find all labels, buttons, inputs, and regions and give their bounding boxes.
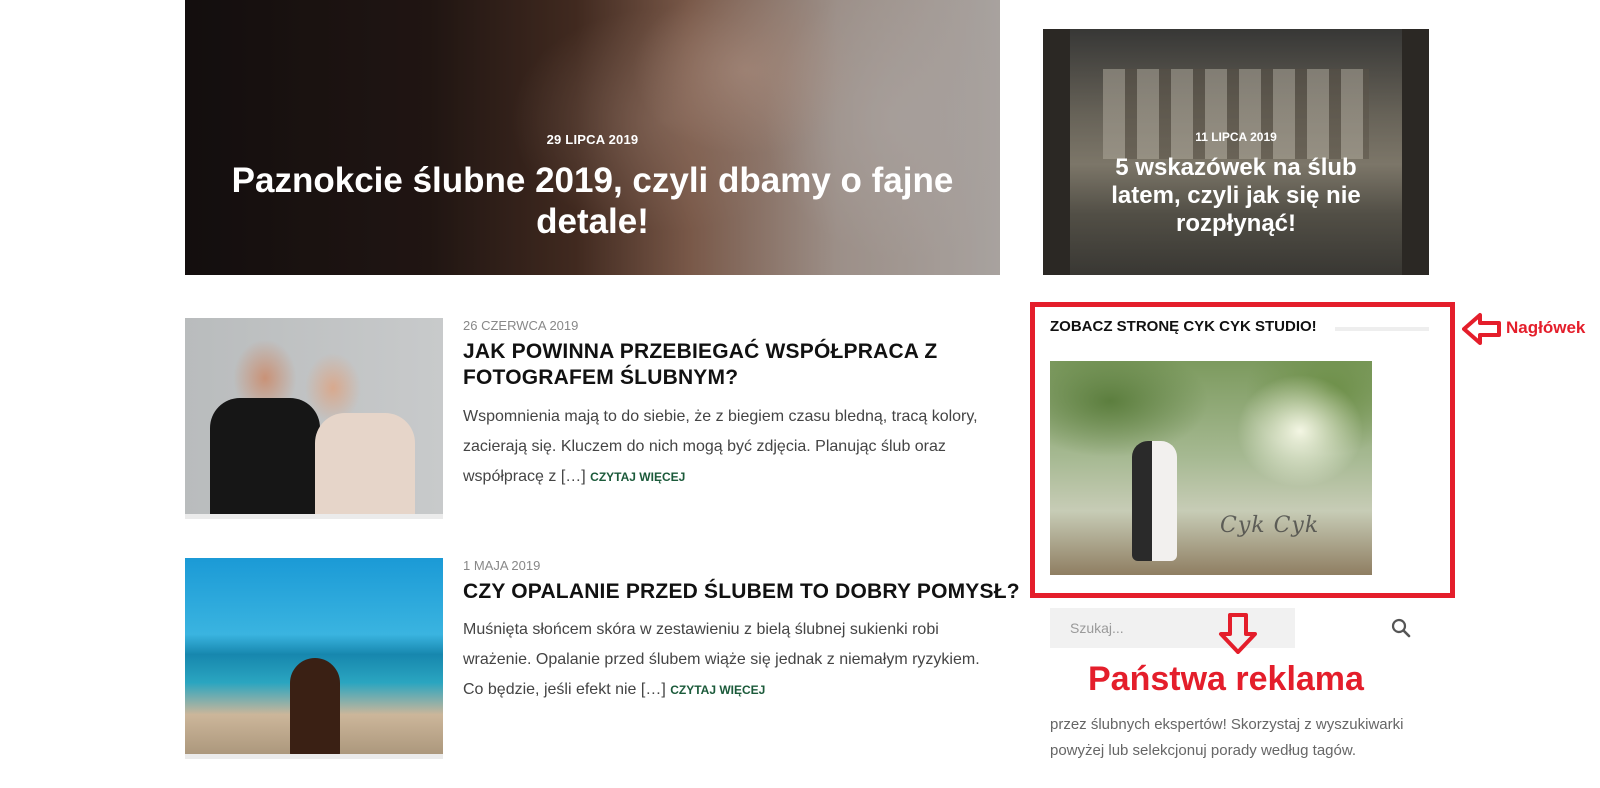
- featured-post-title[interactable]: Paznokcie ślubne 2019, czyli dbamy o faj…: [215, 160, 970, 242]
- post-excerpt: Wspomnienia mają to do siebie, że z bieg…: [463, 402, 998, 492]
- annotation-header-label: Nagłówek: [1506, 318, 1586, 337]
- arrow-left-icon: [1462, 313, 1501, 345]
- post-date: 1 MAJA 2019: [463, 558, 541, 573]
- featured-post-side-date: 11 LIPCA 2019: [1195, 130, 1277, 144]
- post-title[interactable]: CZY OPALANIE PRZED ŚLUBEM TO DOBRY POMYS…: [463, 579, 1023, 605]
- annotation-highlight-box: [1030, 302, 1455, 598]
- sidebar-about-text: przez ślubnych ekspertów! Skorzystaj z w…: [1050, 716, 1404, 759]
- featured-post-main[interactable]: 29 LIPCA 2019 Paznokcie ślubne 2019, czy…: [185, 0, 1000, 275]
- featured-post-side[interactable]: 11 LIPCA 2019 5 wskazówek na ślub latem,…: [1043, 29, 1429, 275]
- post-date: 26 CZERWCA 2019: [463, 318, 579, 333]
- search-input[interactable]: [1050, 608, 1295, 648]
- featured-post-side-title[interactable]: 5 wskazówek na ślub latem, czyli jak się…: [1083, 154, 1389, 238]
- thumbnail-shadow: [185, 754, 443, 759]
- read-more-link[interactable]: CZYTAJ WIĘCEJ: [590, 470, 685, 484]
- thumbnail-shadow: [185, 514, 443, 519]
- annotation-ad-label: Państwa reklama: [1088, 660, 1364, 698]
- post-thumbnail[interactable]: [185, 318, 443, 519]
- post-thumbnail[interactable]: [185, 558, 443, 759]
- read-more-link[interactable]: CZYTAJ WIĘCEJ: [670, 683, 765, 697]
- arrow-down-icon: [1219, 613, 1257, 654]
- post-title[interactable]: JAK POWINNA PRZEBIEGAĆ WSPÓŁPRACA Z FOTO…: [463, 339, 993, 391]
- featured-post-date: 29 LIPCA 2019: [546, 132, 639, 147]
- post-excerpt: Muśnięta słońcem skóra w zestawieniu z b…: [463, 615, 998, 705]
- post-excerpt-text: Wspomnienia mają to do siebie, że z bieg…: [463, 408, 978, 485]
- search-icon[interactable]: [1390, 617, 1412, 639]
